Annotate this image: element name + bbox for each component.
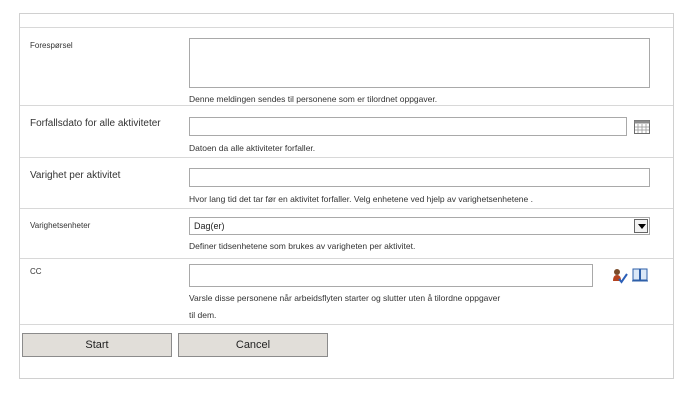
cc-row: CC Varsle disse personene når arbeidsfly… [20, 258, 673, 325]
duration-description: Hvor lang tid det tar før en aktivitet f… [189, 194, 533, 204]
button-row: Start Cancel [20, 324, 673, 379]
duration-input[interactable] [189, 168, 650, 187]
request-description: Denne meldingen sendes til personene som… [189, 94, 438, 104]
duration-row: Varighet per aktivitet Hvor lang tid det… [20, 157, 673, 209]
duration-label: Varighet per aktivitet [30, 170, 121, 181]
duration-units-description: Definer tidsenhetene som brukes av varig… [189, 241, 416, 251]
due-date-description: Datoen da alle aktiviteter forfaller. [189, 143, 316, 153]
request-row: Forespørsel Denne meldingen sendes til p… [20, 27, 673, 106]
request-label: Forespørsel [30, 41, 73, 50]
workflow-form: Forespørsel Denne meldingen sendes til p… [19, 13, 674, 379]
duration-units-select[interactable]: Dag(er) [189, 217, 650, 235]
cancel-button[interactable]: Cancel [178, 333, 328, 357]
due-date-input[interactable] [189, 117, 627, 136]
calendar-icon[interactable] [634, 120, 650, 134]
address-book-icon[interactable] [632, 268, 648, 282]
chevron-down-icon[interactable] [634, 219, 648, 233]
cc-label: CC [30, 267, 42, 276]
duration-units-label: Varighetsenheter [30, 221, 91, 230]
check-names-icon[interactable] [612, 268, 628, 284]
duration-units-selected: Dag(er) [194, 221, 225, 231]
duration-units-row: Varighetsenheter Dag(er) Definer tidsenh… [20, 208, 673, 259]
start-button[interactable]: Start [22, 333, 172, 357]
cc-description-line1: Varsle disse personene når arbeidsflyten… [189, 293, 501, 303]
due-date-label: Forfallsdato for alle aktiviteter [30, 118, 161, 129]
request-textarea[interactable] [189, 38, 650, 88]
cc-input[interactable] [189, 264, 593, 287]
due-date-row: Forfallsdato for alle aktiviteter Datoen… [20, 105, 673, 158]
cc-description-line2: til dem. [189, 310, 217, 320]
